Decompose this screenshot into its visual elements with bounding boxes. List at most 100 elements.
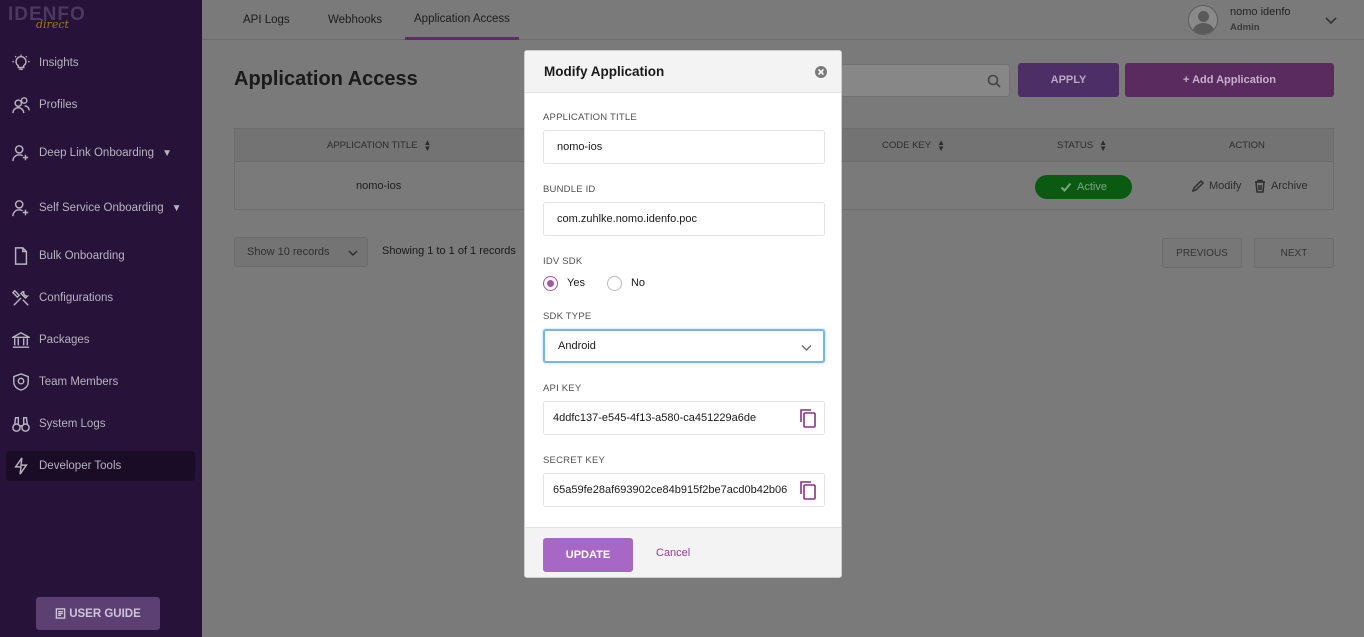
archive-button[interactable]: Archive (1253, 162, 1308, 210)
sidebar-item-label: Self Service Onboarding (39, 202, 164, 214)
user-guide-label: USER GUIDE (69, 607, 141, 620)
sidebar-item-label: Deep Link Onboarding (39, 147, 155, 159)
sdk-type-value: Android (558, 340, 596, 352)
cell-application-title: nomo-ios (356, 180, 402, 192)
binoculars-icon (11, 414, 31, 434)
file-icon (11, 246, 31, 266)
search-input[interactable] (840, 64, 1010, 97)
header-label: ACTION (1229, 140, 1265, 151)
sort-icon: ▲ ▼ (423, 137, 432, 153)
logo-subtext: direct (36, 18, 69, 31)
modify-label: Modify (1209, 180, 1242, 192)
header-label: CODE KEY (882, 140, 932, 151)
cancel-button[interactable]: Cancel (656, 547, 690, 559)
archive-label: Archive (1271, 180, 1308, 192)
sidebar-item-label: Packages (39, 334, 90, 346)
column-status[interactable]: STATUS ▲ ▼ (1057, 129, 1107, 162)
api-key-field[interactable]: 4ddfc137-e545-4f13-a580-ca451229a6de (543, 401, 825, 435)
bundle-id-value: com.zuhlke.nomo.idenfo.poc (557, 213, 698, 225)
user-role: Admin (1230, 22, 1260, 33)
bank-icon (11, 330, 31, 350)
caret-down-icon: ▼ (171, 202, 182, 214)
column-application-title[interactable]: APPLICATION TITLE ▲ ▼ (327, 129, 431, 162)
apply-button[interactable]: APPLY (1018, 63, 1119, 97)
modal-title: Modify Application (544, 64, 665, 79)
sidebar-item-packages[interactable]: Packages (6, 325, 195, 355)
page-title: Application Access (234, 68, 418, 90)
sidebar-item-insights[interactable]: Insights (6, 48, 195, 78)
sidebar-item-self-service-onboarding[interactable]: Self Service Onboarding ▼ (6, 193, 195, 223)
modal-header: Modify Application (525, 51, 841, 93)
users-icon (11, 95, 31, 115)
previous-button[interactable]: PREVIOUS (1162, 238, 1242, 268)
copy-icon[interactable] (798, 480, 818, 500)
records-per-page-select[interactable]: Show 10 records (234, 237, 368, 267)
api-key-value: 4ddfc137-e545-4f13-a580-ca451229a6de (553, 412, 757, 424)
sidebar-item-label: Bulk Onboarding (39, 250, 125, 262)
shield-icon (11, 372, 31, 392)
tab-label: API Logs (243, 14, 290, 26)
sidebar-item-profiles[interactable]: Profiles (6, 90, 195, 120)
update-button[interactable]: UPDATE (543, 538, 633, 572)
idv-sdk-label: IDV SDK (543, 256, 583, 267)
sidebar-item-configurations[interactable]: Configurations (6, 283, 195, 313)
sidebar-item-label: Insights (39, 57, 79, 69)
pencil-icon (1191, 179, 1205, 193)
sdk-type-select[interactable]: Android (543, 329, 825, 363)
tab-label: Webhooks (328, 14, 383, 26)
secret-key-field[interactable]: 65a59fe28af693902ce84b915f2be7acd0b42b06 (543, 473, 825, 507)
sidebar: IDENFO direct Insights Profiles Deep Lin… (0, 0, 202, 637)
chevron-down-icon[interactable] (1324, 13, 1338, 27)
tab-webhooks[interactable]: Webhooks (328, 0, 382, 40)
idv-sdk-yes-label: Yes (567, 277, 585, 289)
sidebar-item-developer-tools[interactable]: Developer Tools (6, 451, 195, 481)
trash-icon (1255, 179, 1265, 193)
idv-sdk-radio-group: Yes No (543, 274, 667, 292)
idv-sdk-yes-radio[interactable] (543, 275, 558, 291)
avatar (1188, 5, 1218, 35)
user-guide-button[interactable]: USER GUIDE (36, 597, 160, 630)
application-title-field[interactable]: nomo-ios (543, 130, 825, 164)
records-summary: Showing 1 to 1 of 1 records (382, 245, 516, 257)
lightbulb-icon (11, 53, 31, 73)
application-title-label: APPLICATION TITLE (543, 112, 637, 123)
add-application-button[interactable]: + Add Application (1125, 63, 1334, 97)
modify-button[interactable]: Modify (1191, 162, 1241, 210)
tools-icon (11, 288, 31, 308)
column-action: ACTION (1229, 129, 1265, 162)
api-key-label: API KEY (543, 383, 582, 394)
close-icon[interactable] (814, 65, 828, 79)
sidebar-item-bulk-onboarding[interactable]: Bulk Onboarding (6, 241, 195, 271)
header-label: STATUS (1057, 140, 1094, 151)
records-select-value: Show 10 records (247, 246, 330, 258)
bundle-id-label: BUNDLE ID (543, 184, 596, 195)
user-plus-icon (11, 198, 31, 218)
bundle-id-field[interactable]: com.zuhlke.nomo.idenfo.poc (543, 202, 825, 236)
sort-icon: ▲ ▼ (1099, 137, 1107, 153)
secret-key-label: SECRET KEY (543, 455, 606, 466)
sidebar-item-label: Team Members (39, 376, 119, 388)
sidebar-item-label: Configurations (39, 292, 114, 304)
tab-application-access[interactable]: Application Access (405, 0, 519, 40)
user-info: nomo idenfo Admin (1230, 5, 1291, 35)
sidebar-item-label: System Logs (39, 418, 106, 430)
chevron-down-icon (801, 345, 812, 351)
sdk-type-label: SDK TYPE (543, 311, 592, 322)
sidebar-item-system-logs[interactable]: System Logs (6, 409, 195, 439)
user-name: nomo idenfo (1230, 6, 1291, 18)
sidebar-item-deep-link-onboarding[interactable]: Deep Link Onboarding ▼ (6, 138, 195, 168)
sidebar-item-team-members[interactable]: Team Members (6, 367, 195, 397)
next-button[interactable]: NEXT (1254, 238, 1334, 268)
idv-sdk-no-radio[interactable] (606, 275, 622, 291)
user-plus-icon (11, 143, 31, 163)
copy-icon[interactable] (798, 408, 818, 428)
sort-icon: ▲ ▼ (937, 137, 946, 153)
secret-key-value: 65a59fe28af693902ce84b915f2be7acd0b42b06 (553, 484, 788, 496)
user-menu[interactable]: nomo idenfo Admin (1188, 4, 1348, 36)
caret-down-icon: ▼ (162, 147, 172, 159)
sidebar-item-label: Developer Tools (39, 460, 122, 472)
tab-api-logs[interactable]: API Logs (243, 0, 290, 40)
status-label: Active (1077, 181, 1107, 193)
sidebar-item-label: Profiles (39, 99, 78, 111)
column-code-key[interactable]: CODE KEY ▲ ▼ (882, 129, 945, 162)
